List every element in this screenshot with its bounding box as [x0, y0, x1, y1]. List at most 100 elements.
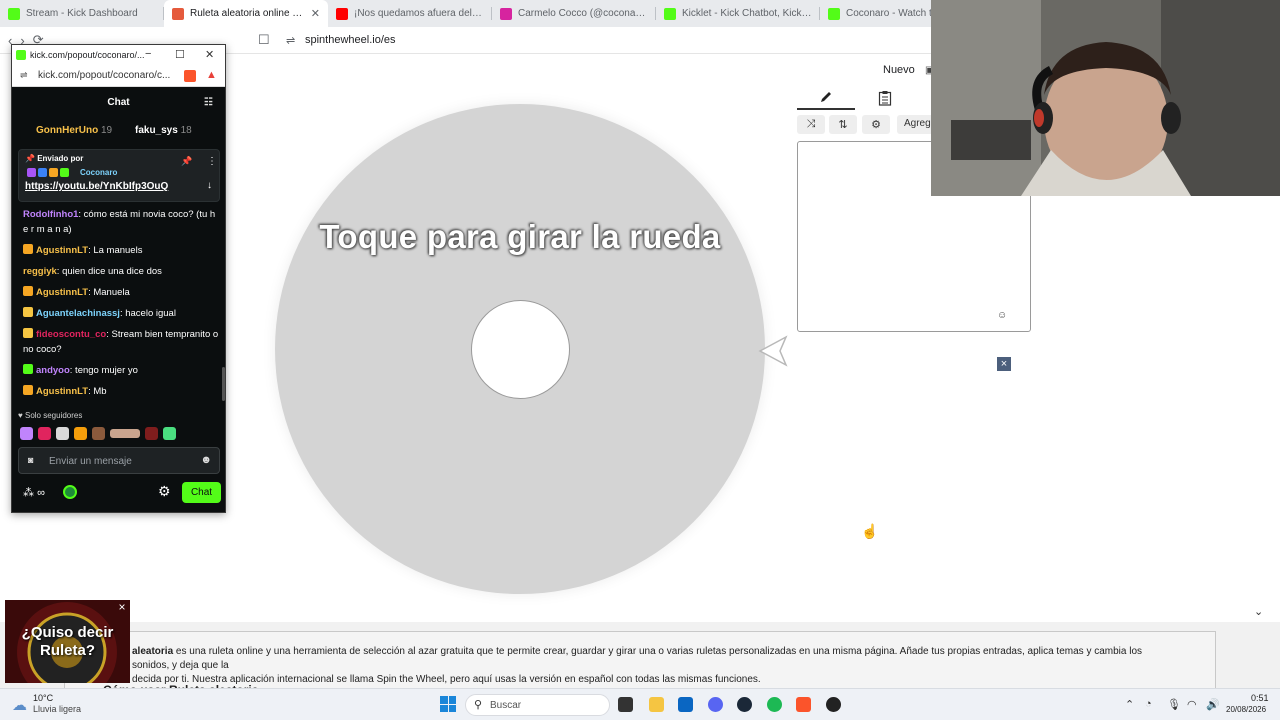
address-bar[interactable]: spinthewheel.io/es — [305, 34, 396, 46]
store-icon[interactable] — [678, 697, 693, 712]
tab-results[interactable] — [870, 86, 900, 110]
obs-icon[interactable] — [826, 697, 841, 712]
emote[interactable] — [20, 426, 33, 440]
browser-tab[interactable]: ¡Nos quedamos afuera del AURA? B — [328, 0, 492, 27]
brave-icon[interactable] — [796, 697, 811, 712]
points-icon[interactable]: ⁂ ∞ — [23, 486, 45, 499]
roulette-ad[interactable]: ¿Quiso decir Ruleta? × — [5, 600, 130, 683]
chat-message: fideoscontu_co: Stream bien tempranito o… — [23, 327, 219, 357]
close-icon[interactable]: ✕ — [205, 48, 214, 61]
chat-username[interactable]: AgustinnLT — [36, 287, 88, 298]
pencil-icon — [821, 92, 831, 102]
emoji-icon[interactable]: ☻ — [200, 454, 212, 466]
close-ad-button[interactable]: × — [997, 357, 1011, 371]
maximize-icon[interactable]: ☐ — [175, 48, 185, 61]
chat-text: : quien dice una dice dos — [56, 266, 162, 277]
ad-close-button[interactable]: × — [116, 601, 128, 613]
clock-date[interactable]: 20/08/2026 — [1226, 705, 1266, 714]
pin-icon[interactable]: 📌 — [181, 156, 192, 167]
taskbar-search[interactable]: ⚲ Buscar — [465, 694, 610, 716]
send-chat-button[interactable]: Chat — [182, 482, 221, 503]
emote[interactable] — [38, 426, 51, 440]
tab-entries[interactable] — [797, 86, 855, 110]
expand-arrow-icon[interactable]: ↓ — [207, 180, 212, 191]
brave-shield-icon[interactable] — [184, 70, 196, 82]
chat-input[interactable]: ◙ Enviar un mensaje ☻ — [18, 447, 220, 474]
wheel-center-hub[interactable] — [471, 300, 570, 399]
chat-scrollbar[interactable] — [222, 367, 225, 401]
tab-favicon-icon — [336, 7, 348, 20]
description-line-1: es una ruleta online y una herramienta d… — [132, 646, 1143, 671]
chat-username[interactable]: Aguantelachinassj — [36, 308, 120, 319]
taskview-icon[interactable] — [618, 697, 633, 712]
chat-users-icon[interactable]: ☷ — [204, 89, 213, 117]
brave-rewards-icon[interactable]: ▲ — [206, 69, 217, 81]
spotify-icon[interactable] — [767, 697, 782, 712]
pinned-badges — [27, 168, 77, 178]
network-icon[interactable]: ◔ — [1145, 698, 1152, 710]
volume-icon[interactable]: 🔊 — [1206, 698, 1220, 711]
description-text: aleatoria es una ruleta online y una her… — [132, 645, 1172, 687]
cloud-rain-icon[interactable]: ☁ — [12, 696, 27, 714]
wifi-icon[interactable]: ◠ — [1187, 698, 1197, 711]
microphone-icon[interactable]: 🎙 — [1167, 698, 1181, 711]
steam-icon[interactable] — [737, 697, 752, 712]
tab-favicon-icon — [500, 7, 512, 20]
shuffle-button[interactable]: ⤨ — [797, 115, 825, 134]
browser-tab[interactable]: Stream - Kick Dashboard — [0, 0, 164, 27]
emote[interactable] — [110, 428, 140, 438]
emote[interactable] — [56, 426, 69, 440]
new-wheel-button[interactable]: Nuevo — [883, 64, 915, 76]
spin-prompt[interactable]: Toque para girar la rueda — [275, 218, 765, 256]
chat-username[interactable]: AgustinnLT — [36, 386, 88, 397]
emote[interactable] — [145, 426, 158, 440]
settings-button[interactable]: ⚙ — [862, 115, 890, 134]
windows-start-icon[interactable] — [440, 696, 456, 712]
more-options-icon[interactable]: ⋮ — [207, 156, 217, 167]
sort-button[interactable]: ⇅ — [829, 115, 857, 134]
emote[interactable] — [163, 426, 176, 440]
chat-username[interactable]: AgustinnLT — [36, 245, 88, 256]
browser-tab[interactable]: Kicklet - Kick Chatbot, Kick Widgets — [656, 0, 820, 27]
chat-username[interactable]: fideoscontu_co — [36, 329, 106, 340]
tab-favicon-icon — [828, 7, 840, 20]
emote[interactable] — [92, 426, 105, 440]
chat-text: : La manuels — [88, 245, 143, 256]
pinned-user[interactable]: Coconaro — [80, 168, 117, 177]
browser-tab[interactable]: Ruleta aleatoria online – ruleta d ✕ — [164, 0, 328, 27]
chat-username[interactable]: andyoo — [36, 365, 70, 376]
minimize-icon[interactable]: − — [145, 48, 151, 60]
chat-text: : tengo mujer yo — [69, 365, 138, 376]
kick-points-icon[interactable] — [63, 485, 77, 499]
user-badge-icon — [23, 328, 33, 338]
gear-icon[interactable]: ⚙ — [158, 483, 171, 500]
search-placeholder: Buscar — [490, 700, 522, 711]
search-icon: ⚲ — [474, 699, 483, 711]
add-image-button[interactable]: Agrega — [897, 115, 931, 134]
weather-temp[interactable]: 10°C — [33, 693, 53, 703]
bookmark-icon[interactable]: ☐ — [258, 32, 270, 48]
chevron-down-icon[interactable]: ⌄ — [1254, 605, 1263, 618]
chevron-up-icon[interactable]: ⌃ — [1125, 698, 1134, 711]
leader-1[interactable]: GonnHerUno 19 — [36, 125, 112, 136]
user-badge-icon — [23, 364, 33, 374]
chat-text: : Mb — [88, 386, 107, 397]
chat-text: : Manuela — [88, 287, 130, 298]
discord-icon[interactable] — [708, 697, 723, 712]
site-info-icon[interactable]: ⇌ — [286, 34, 295, 47]
browser-tab[interactable]: Carmelo Cocco (@coconaroo) • Insta — [492, 0, 656, 27]
emote[interactable] — [74, 426, 87, 440]
pinned-link[interactable]: https://youtu.be/YnKbIfp3OuQ — [25, 181, 168, 192]
user-badge-icon — [23, 244, 33, 254]
tab-close-icon[interactable]: ✕ — [311, 7, 320, 20]
leader-2[interactable]: faku_sys 18 — [135, 125, 192, 136]
user-badge-icon — [23, 307, 33, 317]
emoji-icon[interactable]: ☺ — [997, 310, 1007, 321]
chat-username[interactable]: Rodolfinho1 — [23, 209, 78, 220]
file-explorer-icon[interactable] — [649, 697, 664, 712]
site-info-icon[interactable]: ⇌ — [20, 70, 28, 81]
chat-username[interactable]: reggiyk — [23, 266, 57, 277]
webcam-overlay — [931, 0, 1280, 196]
weather-desc[interactable]: Lluvia ligera — [33, 704, 81, 714]
clock-time[interactable]: 0:51 — [1251, 693, 1269, 703]
